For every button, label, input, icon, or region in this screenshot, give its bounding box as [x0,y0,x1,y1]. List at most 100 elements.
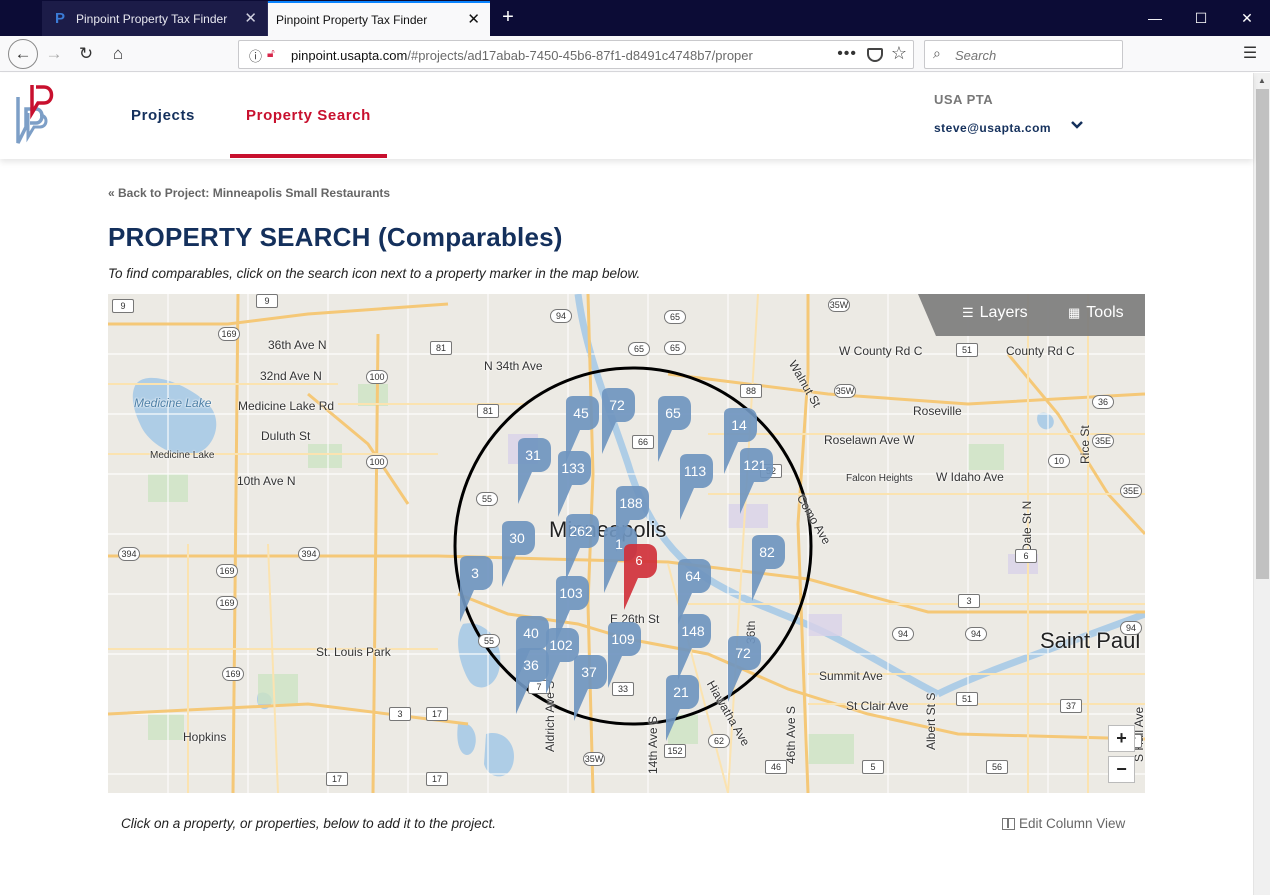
property-cluster-marker[interactable]: 37 [572,655,612,725]
pinpoint-logo[interactable] [14,83,60,147]
property-cluster-marker[interactable]: 109 [606,622,646,692]
minimize-window-button[interactable]: — [1142,6,1168,30]
property-cluster-marker[interactable]: 113 [678,454,718,524]
add-property-hint: Click on a property, or properties, belo… [121,816,496,831]
map-label-medicine-lake-water: Medicine Lake [134,396,212,410]
map-label-medicine-lake-rd: Medicine Lake Rd [238,399,335,413]
property-cluster-marker[interactable]: 121 [738,448,778,518]
tools-grid-icon: ▦ [1068,305,1081,320]
property-cluster-marker[interactable]: 82 [750,535,790,605]
route-shield: 36 [1092,395,1114,409]
search-icon: ⌕ [933,45,941,61]
tools-label: Tools [1086,304,1124,321]
property-map[interactable]: 36th Ave N 32nd Ave N N 34th Ave Medicin… [108,294,1145,793]
route-shield: 94 [965,627,987,641]
tools-button[interactable]: ▦ Tools [1068,304,1124,322]
home-button[interactable]: ⌂ [104,40,132,68]
property-cluster-marker[interactable]: 6 [622,544,662,614]
route-shield: 94 [892,627,914,641]
property-cluster-marker[interactable]: 148 [676,614,716,684]
url-text[interactable]: pinpoint.usapta.com/#projects/ad17abab-7… [291,48,807,63]
marker-count: 36 [523,657,539,673]
route-shield: 9 [256,294,278,308]
vertical-scrollbar[interactable]: ▲ [1253,73,1270,895]
map-label-falcon-heights: Falcon Heights [846,473,913,484]
map-label-roselawn-ave: Roselawn Ave W [824,433,915,447]
browser-tab-active[interactable]: Pinpoint Property Tax Finder ✕ [268,1,490,36]
property-cluster-marker[interactable]: 36 [514,648,554,718]
marker-count: 72 [609,397,625,413]
back-to-project-link[interactable]: « Back to Project: Minneapolis Small Res… [108,186,390,200]
bookmark-star-icon[interactable]: ☆ [891,43,907,64]
property-cluster-marker[interactable]: 30 [500,521,540,591]
route-shield: 88 [740,384,762,398]
scrollbar-thumb[interactable] [1256,89,1269,579]
reload-button[interactable]: ↻ [72,40,100,68]
route-shield: 3 [958,594,980,608]
tab-title: Pinpoint Property Tax Finder [76,11,228,26]
property-cluster-marker[interactable]: 31 [516,438,556,508]
marker-count: 3 [471,565,479,581]
user-email[interactable]: steve@usapta.com [934,121,1051,135]
pocket-icon[interactable] [867,48,883,62]
property-cluster-marker[interactable]: 262 [564,514,604,584]
nav-projects[interactable]: Projects [116,73,210,157]
layers-list-icon: ☰ [962,305,974,320]
browser-search-box[interactable]: ⌕ [924,40,1123,69]
route-shield: 169 [218,327,240,341]
route-shield: 3 [389,707,411,721]
route-shield: 37 [1060,699,1082,713]
zoom-in-button[interactable]: + [1108,725,1135,752]
forward-button[interactable]: → [40,40,68,68]
layers-button[interactable]: ☰ Layers [962,304,1028,322]
site-header: Projects Property Search USA PTA steve@u… [0,73,1253,159]
property-cluster-marker[interactable]: 3 [458,556,498,626]
map-label-n-34th-ave: N 34th Ave [484,359,543,373]
map-label-w-county-rd-c: W County Rd C [839,344,923,358]
route-shield: 65 [664,341,686,355]
route-shield: 394 [298,547,320,561]
property-cluster-marker[interactable]: 21 [664,675,704,745]
pinpoint-favicon-icon: P [54,9,65,27]
close-tab-icon[interactable]: ✕ [467,12,480,27]
maximize-window-button[interactable]: ☐ [1188,6,1214,30]
map-label-10th-ave: 10th Ave N [237,474,296,488]
map-label-w-idaho-ave: W Idaho Ave [936,470,1004,484]
tab-title: Pinpoint Property Tax Finder [276,12,428,27]
chevron-down-icon[interactable] [1070,119,1084,133]
back-button[interactable]: ← [8,39,38,69]
marker-count: 30 [509,530,525,546]
close-tab-icon[interactable]: ✕ [244,11,257,26]
close-window-button[interactable]: ✕ [1234,6,1260,30]
route-shield: 100 [366,455,388,469]
property-cluster-marker[interactable]: 72 [600,388,640,458]
new-tab-button[interactable]: + [496,6,520,30]
scroll-up-arrow-icon[interactable]: ▲ [1258,76,1266,85]
property-cluster-marker[interactable]: 72 [726,636,766,706]
layers-label: Layers [979,304,1028,321]
map-label-duluth-st: Duluth St [261,429,311,443]
zoom-out-button[interactable]: − [1108,756,1135,783]
route-shield: 65 [664,310,686,324]
map-label-st-louis-park: St. Louis Park [316,645,391,659]
route-shield: 51 [956,692,978,706]
route-shield: 81 [477,404,499,418]
edit-column-view-link[interactable]: Edit Column View [1002,816,1125,831]
marker-count: 72 [735,645,751,661]
route-shield: 100 [366,370,388,384]
marker-count: 21 [673,684,689,700]
map-label-dale-st: Dale St N [1020,500,1034,552]
browser-tab-inactive[interactable]: P Pinpoint Property Tax Finder ✕ [42,1,268,36]
site-info-icon[interactable]: ⓘ [249,46,262,65]
map-label-county-rd-c: County Rd C [1006,344,1075,358]
page-actions-icon[interactable]: ••• [837,45,857,63]
search-input[interactable] [955,46,1115,64]
nav-property-search[interactable]: Property Search [230,73,387,158]
marker-count: 64 [685,568,701,584]
address-bar[interactable]: ⓘ 🔓︎ pinpoint.usapta.com/#projects/ad17a… [238,40,914,69]
route-shield: 55 [476,492,498,506]
property-cluster-marker[interactable]: 133 [556,451,596,521]
hamburger-menu-icon[interactable]: ☰ [1238,42,1262,66]
instructions-text: To find comparables, click on the search… [108,266,641,281]
route-shield: 65 [628,342,650,356]
